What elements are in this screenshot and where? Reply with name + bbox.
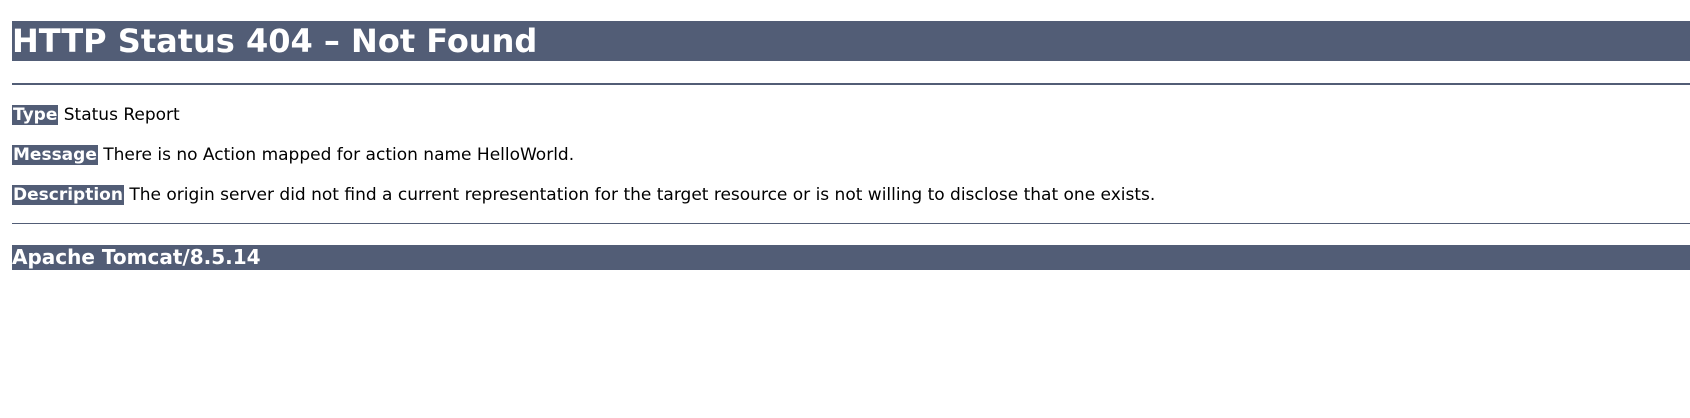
- description-row: Description The origin server did not fi…: [12, 184, 1690, 206]
- type-row: Type Status Report: [12, 104, 1690, 126]
- page-title: HTTP Status 404 – Not Found: [12, 21, 1690, 61]
- message-value: There is no Action mapped for action nam…: [103, 145, 575, 165]
- description-value: The origin server did not find a current…: [129, 185, 1156, 205]
- description-label: Description: [12, 185, 124, 205]
- top-divider: [12, 83, 1690, 85]
- error-page: HTTP Status 404 – Not Found Type Status …: [12, 21, 1690, 270]
- message-row: Message There is no Action mapped for ac…: [12, 144, 1690, 166]
- server-footer: Apache Tomcat/8.5.14: [12, 245, 1690, 270]
- bottom-divider: [12, 223, 1690, 224]
- type-label: Type: [12, 105, 59, 125]
- type-value: Status Report: [63, 105, 180, 125]
- message-label: Message: [12, 145, 98, 165]
